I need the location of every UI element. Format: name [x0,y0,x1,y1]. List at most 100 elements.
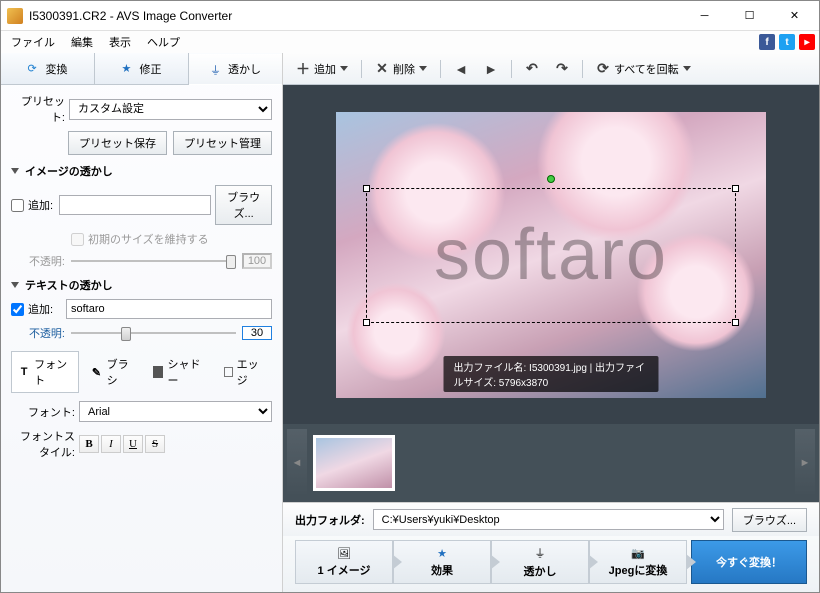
titlebar: I5300391.CR2 - AVS Image Converter ─ ☐ ✕ [1,1,819,31]
rotate-left-button[interactable]: ↶ [518,57,546,81]
text-wm-opacity-slider[interactable] [71,325,236,341]
rotate-right-button[interactable]: ↷ [548,57,576,81]
menubar: ファイル 編集 表示 ヘルプ f t ▸ [1,31,819,53]
step-image[interactable]: 🖼 1 イメージ [295,540,393,584]
menu-file[interactable]: ファイル [3,32,63,52]
convert-now-button[interactable]: 今すぐ変換！ [691,540,807,584]
camera-icon: 📷 [631,547,645,560]
watermark-bbox[interactable]: softaro [366,188,736,323]
output-browse-button[interactable]: ブラウズ... [732,508,807,532]
italic-button[interactable]: I [101,435,121,453]
image-wm-add-checkbox[interactable] [11,199,24,212]
menu-edit[interactable]: 編集 [63,32,101,52]
resize-handle-ne[interactable] [732,185,739,192]
maximize-button[interactable]: ☐ [727,2,772,30]
shadow-icon [153,366,163,378]
output-folder-label: 出力フォルダ: [295,512,365,528]
toolbar: ＋ 追加 ✕ 削除 ◄ ► ↶ ↷ ⟳ すべてを回転 [283,53,819,85]
preset-save-button[interactable]: プリセット保存 [68,131,167,155]
chevron-down-icon [340,66,348,71]
strike-button[interactable]: S [145,435,165,453]
rotate-handle[interactable] [547,175,555,183]
menu-view[interactable]: 表示 [101,32,139,52]
tab-correct-label: 修正 [140,61,162,77]
resize-handle-se[interactable] [732,319,739,326]
facebook-icon[interactable]: f [759,34,775,50]
app-icon [7,8,23,24]
arrow-left-icon: ◄ [454,62,468,76]
output-folder-select[interactable]: C:¥Users¥yuki¥Desktop [373,509,724,530]
minimize-button[interactable]: ─ [682,2,727,30]
text-wm-add-label: 追加: [28,301,62,317]
youtube-icon[interactable]: ▸ [799,34,815,50]
rotate-left-icon: ↶ [525,62,539,76]
watermark-text: softaro [434,214,668,296]
right-area: ＋ 追加 ✕ 削除 ◄ ► ↶ ↷ ⟳ すべてを回転 [283,53,819,592]
chevron-down-icon [419,66,427,71]
image-wm-browse-button[interactable]: ブラウズ... [215,185,272,225]
image-icon: 🖼 [337,547,351,560]
bold-button[interactable]: B [79,435,99,453]
strip-next-button[interactable]: ► [795,429,815,497]
prev-button[interactable]: ◄ [447,57,475,81]
star-icon: ★ [437,547,447,560]
text-wm-opacity-value[interactable] [242,326,272,340]
text-wm-heading: テキストの透かし [25,277,113,293]
arrow-right-icon: ► [484,62,498,76]
tab-convert[interactable]: ⟳ 変換 [1,53,95,84]
resize-handle-nw[interactable] [363,185,370,192]
thumbnail-strip: ◄ ► [283,424,819,502]
preset-manage-button[interactable]: プリセット管理 [173,131,272,155]
close-button[interactable]: ✕ [772,2,817,30]
chevron-down-icon [11,282,19,288]
refresh-icon: ⟳ [596,62,610,76]
section-image-watermark[interactable]: イメージの透かし [11,163,272,179]
output-info-bar: 出力ファイル名: I5300391.jpg | 出力ファイルサイズ: 5796x… [444,356,659,392]
preset-label: プリセット: [11,93,65,125]
next-button[interactable]: ► [477,57,505,81]
tab-convert-label: 変換 [46,61,68,77]
chevron-down-icon [683,66,691,71]
tab-watermark[interactable]: ⏚ 透かし [189,54,282,85]
keep-size-label: 初期のサイズを維持する [88,231,209,247]
preview-area[interactable]: softaro 出力ファイル名: I5300391.jpg | 出力ファイルサイ… [283,85,819,424]
twitter-icon[interactable]: t [779,34,795,50]
edge-icon [224,367,233,377]
resize-handle-sw[interactable] [363,319,370,326]
font-select[interactable]: Arial [79,401,272,422]
step-format[interactable]: 📷 Jpegに変換 [589,540,687,584]
mini-tab-brush[interactable]: ✎ ブラシ [83,351,142,393]
image-wm-opacity-slider [71,253,236,269]
left-panel: ⟳ 変換 ★ 修正 ⏚ 透かし プリセット: カスタム設定 プリセット保存 プリ… [1,53,283,592]
step-watermark[interactable]: ⏚ 透かし [491,540,589,584]
rotate-all-button[interactable]: ⟳ すべてを回転 [589,56,698,82]
tab-watermark-label: 透かし [228,61,261,77]
font-style-label: フォントスタイル: [11,428,75,460]
underline-button[interactable]: U [123,435,143,453]
text-wm-add-checkbox[interactable] [11,303,24,316]
preset-select[interactable]: カスタム設定 [69,99,272,120]
strip-prev-button[interactable]: ◄ [287,429,307,497]
text-icon: T [18,365,30,379]
image-wm-path-input[interactable] [59,195,211,215]
tab-correct[interactable]: ★ 修正 [95,53,189,84]
add-button[interactable]: ＋ 追加 [289,56,355,82]
brush-icon: ✎ [90,365,102,379]
step-effect[interactable]: ★ 効果 [393,540,491,584]
menu-help[interactable]: ヘルプ [139,32,188,52]
plus-icon: ＋ [296,62,310,76]
mini-tab-edge[interactable]: エッジ [217,351,272,393]
convert-icon: ⟳ [28,62,42,76]
text-wm-text-input[interactable] [66,299,272,319]
thumbnail-item[interactable] [313,435,395,491]
mini-tab-font[interactable]: T フォント [11,351,79,393]
x-icon: ✕ [375,62,389,76]
image-wm-heading: イメージの透かし [25,163,113,179]
font-label: フォント: [11,404,75,420]
output-row: 出力フォルダ: C:¥Users¥yuki¥Desktop ブラウズ... [283,502,819,536]
section-text-watermark[interactable]: テキストの透かし [11,277,272,293]
mini-tab-shadow[interactable]: シャドー [146,351,213,393]
image-wm-opacity-value [242,253,272,269]
image-wm-add-label: 追加: [28,197,55,213]
delete-button[interactable]: ✕ 削除 [368,56,434,82]
